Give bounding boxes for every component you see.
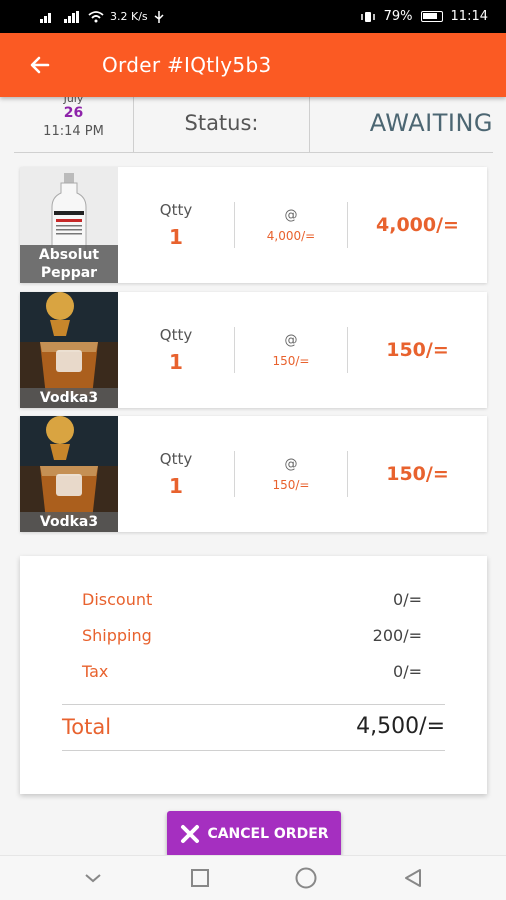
divider <box>62 704 445 705</box>
status-bar-right: 79% 11:14 <box>360 9 488 24</box>
qty-label: Qtty <box>159 450 193 468</box>
qty-col: Qtty 1 <box>118 450 234 498</box>
signal-icon <box>64 10 79 23</box>
unit-price: 150/= <box>272 477 310 492</box>
order-item[interactable]: Vodka3 Qtty 1 @ 150/= 150/= <box>20 292 487 408</box>
tax-value: 0/= <box>393 662 422 681</box>
qty-label: Qtty <box>159 201 193 219</box>
line-total: 150/= <box>386 463 449 485</box>
status-badge: AWAITING <box>369 108 493 137</box>
at-symbol: @ <box>284 456 298 472</box>
nav-home-button[interactable] <box>286 858 326 898</box>
total-label: Total <box>62 714 112 739</box>
close-icon <box>181 825 200 843</box>
system-nav-bar <box>0 855 506 900</box>
app-bar: Order #IQtly5b3 <box>0 33 506 97</box>
unit-price-col: @ 150/= <box>235 333 347 368</box>
clock: 11:14 <box>450 9 488 24</box>
qty-col: Qtty 1 <box>118 201 234 249</box>
status-label: Status: <box>134 93 310 152</box>
product-image: Vodka3 <box>20 416 118 532</box>
product-name: Absolut Peppar <box>20 245 118 283</box>
unit-price-col: @ 4,000/= <box>235 208 347 243</box>
line-total: 150/= <box>386 339 449 361</box>
divider <box>62 750 445 751</box>
cancel-order-label: CANCEL ORDER <box>207 826 329 842</box>
product-image: Absolut Peppar <box>20 167 118 283</box>
status-bar-left: 3.2 K/s <box>40 10 164 23</box>
shipping-label: Shipping <box>82 626 152 645</box>
battery-icon <box>420 11 443 22</box>
qty-value: 1 <box>169 474 183 498</box>
qty-label: Qtty <box>159 326 193 344</box>
back-button[interactable] <box>12 33 68 97</box>
arrow-left-icon <box>30 56 50 74</box>
vibrate-icon <box>360 11 375 22</box>
chevron-down-icon <box>85 874 101 883</box>
circle-icon <box>295 867 317 889</box>
qty-col: Qtty 1 <box>118 326 234 374</box>
nav-collapse-button[interactable] <box>73 858 113 898</box>
page-title: Order #IQtly5b3 <box>102 53 272 77</box>
tax-label: Tax <box>82 662 109 681</box>
status-bar: 3.2 K/s 79% 11:14 <box>0 0 506 33</box>
usb-icon <box>154 10 164 23</box>
order-day: 26 <box>63 105 84 121</box>
unit-price-col: @ 150/= <box>235 457 347 492</box>
at-symbol: @ <box>284 207 298 223</box>
order-item[interactable]: Absolut Peppar Qtty 1 @ 4,000/= 4,000/= <box>20 167 487 283</box>
network-speed: 3.2 K/s <box>110 10 148 23</box>
at-symbol: @ <box>284 332 298 348</box>
triangle-back-icon <box>404 869 421 887</box>
discount-row: Discount 0/= <box>82 590 422 609</box>
unit-price: 150/= <box>272 353 310 368</box>
line-total: 4,000/= <box>376 214 459 236</box>
total-row: Total 4,500/= <box>62 714 445 739</box>
tax-row: Tax 0/= <box>82 662 422 681</box>
total-value: 4,500/= <box>356 714 445 739</box>
unit-price: 4,000/= <box>266 228 316 243</box>
order-date: July 26 11:14 PM <box>14 93 134 152</box>
order-summary: Discount 0/= Shipping 200/= Tax 0/= Tota… <box>20 556 487 794</box>
qty-value: 1 <box>169 225 183 249</box>
discount-value: 0/= <box>393 590 422 609</box>
shipping-row: Shipping 200/= <box>82 626 422 645</box>
product-image: Vodka3 <box>20 292 118 408</box>
cancel-order-button[interactable]: CANCEL ORDER <box>167 811 341 857</box>
signal-icon <box>40 12 51 23</box>
battery-percent: 79% <box>383 9 413 24</box>
square-icon <box>190 869 209 887</box>
product-name: Vodka3 <box>20 512 118 532</box>
order-info: July 26 11:14 PM Status: AWAITING <box>14 93 493 153</box>
wifi-icon <box>88 10 104 22</box>
product-name: Vodka3 <box>20 388 118 408</box>
nav-back-button[interactable] <box>393 858 433 898</box>
discount-label: Discount <box>82 590 153 609</box>
order-item[interactable]: Vodka3 Qtty 1 @ 150/= 150/= <box>20 416 487 532</box>
nav-recents-button[interactable] <box>180 858 220 898</box>
order-time: 11:14 PM <box>43 124 104 139</box>
qty-value: 1 <box>169 350 183 374</box>
shipping-value: 200/= <box>372 626 422 645</box>
